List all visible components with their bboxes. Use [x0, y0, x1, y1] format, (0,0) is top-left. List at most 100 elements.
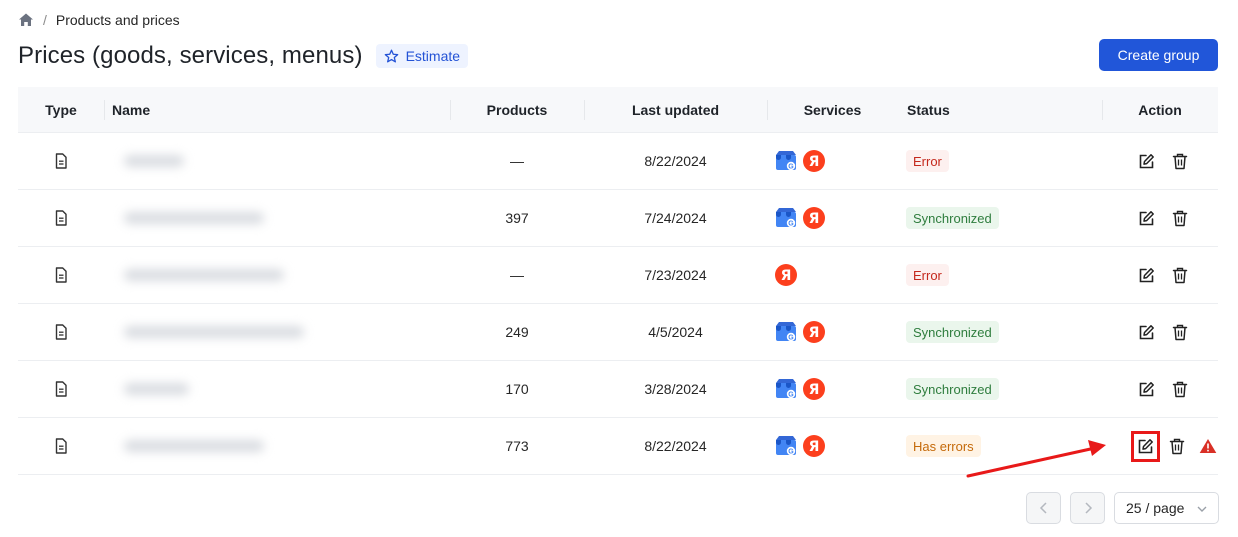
document-icon: [54, 267, 68, 283]
table-row: 249 4/5/2024 G Я Synchronized: [18, 304, 1218, 361]
trash-icon[interactable]: [1169, 379, 1190, 400]
table-header: Type Name Products Last updated Services…: [18, 87, 1218, 133]
status-badge: Synchronized: [906, 378, 999, 400]
svg-text:Я: Я: [809, 439, 820, 455]
breadcrumb-separator: /: [43, 12, 47, 28]
column-header-name: Name: [104, 87, 450, 132]
name-cell[interactable]: [104, 418, 450, 474]
page-size-select[interactable]: 25 / page: [1114, 492, 1219, 524]
trash-icon[interactable]: [1167, 436, 1186, 457]
svg-text:Я: Я: [809, 154, 820, 170]
last-updated-cell: 8/22/2024: [644, 438, 707, 454]
status-badge: Error: [906, 264, 949, 286]
status-badge: Error: [906, 150, 949, 172]
svg-text:Я: Я: [809, 211, 820, 227]
table-body: —8/22/2024 G Я Error 397 7/24/2024 G Я Synchroni…: [18, 133, 1218, 475]
annotation-arrow: [966, 440, 1106, 478]
action-cell: [1102, 190, 1218, 246]
trash-icon[interactable]: [1169, 151, 1190, 172]
status-cell: Synchronized: [898, 190, 1102, 246]
svg-text:G: G: [788, 335, 794, 342]
last-updated-cell: 7/23/2024: [644, 267, 707, 283]
google-business-icon: G: [775, 321, 797, 343]
status-cell: Synchronized: [898, 361, 1102, 417]
type-cell: [18, 190, 104, 246]
home-icon[interactable]: [18, 12, 34, 28]
estimate-button[interactable]: Estimate: [375, 44, 469, 68]
table-row: — 7/23/2024 Я Error: [18, 247, 1218, 304]
next-page-button[interactable]: [1070, 492, 1105, 524]
blurred-name: [112, 304, 362, 360]
edit-icon[interactable]: [1136, 379, 1157, 400]
type-cell: [18, 304, 104, 360]
name-cell[interactable]: [104, 190, 450, 246]
edit-icon[interactable]: [1130, 430, 1161, 462]
last-updated-cell: 7/24/2024: [644, 210, 707, 226]
document-icon: [54, 381, 68, 397]
name-cell[interactable]: [104, 361, 450, 417]
trash-icon[interactable]: [1169, 265, 1190, 286]
action-cell: [1102, 304, 1218, 360]
blurred-name: [112, 133, 362, 189]
column-header-services: Services: [767, 87, 898, 132]
blurred-name: [112, 361, 362, 417]
blurred-name: [112, 190, 362, 246]
products-cell: 170: [505, 381, 529, 397]
google-business-icon: G: [775, 150, 797, 172]
svg-text:G: G: [788, 392, 794, 399]
trash-icon[interactable]: [1169, 322, 1190, 343]
document-icon: [54, 153, 68, 169]
status-badge: Synchronized: [906, 207, 999, 229]
name-cell[interactable]: [104, 133, 450, 189]
svg-text:Я: Я: [781, 268, 792, 284]
breadcrumb: / Products and prices: [18, 10, 180, 30]
svg-text:Я: Я: [809, 382, 820, 398]
type-cell: [18, 247, 104, 303]
column-header-status: Status: [907, 101, 950, 118]
yandex-icon: Я: [803, 435, 825, 457]
edit-icon[interactable]: [1136, 208, 1157, 229]
status-cell: Synchronized: [898, 304, 1102, 360]
column-header-action: Action: [1102, 87, 1218, 132]
pagination: 25 / page: [1026, 492, 1219, 524]
yandex-icon: Я: [803, 321, 825, 343]
products-cell: 397: [505, 210, 529, 226]
page-title: Prices (goods, services, menus): [18, 42, 363, 69]
google-business-icon: G: [775, 435, 797, 457]
yandex-icon: Я: [775, 264, 797, 286]
blurred-name: [112, 247, 362, 303]
yandex-icon: Я: [803, 207, 825, 229]
estimate-label: Estimate: [405, 48, 461, 64]
edit-icon[interactable]: [1136, 151, 1157, 172]
prev-page-button[interactable]: [1026, 492, 1061, 524]
document-icon: [54, 324, 68, 340]
edit-icon[interactable]: [1136, 265, 1157, 286]
trash-icon[interactable]: [1169, 208, 1190, 229]
products-cell: 249: [505, 324, 529, 340]
type-cell: [18, 361, 104, 417]
svg-text:G: G: [788, 221, 794, 228]
products-cell: —: [510, 153, 524, 169]
create-group-button[interactable]: Create group: [1099, 39, 1218, 71]
last-updated-cell: 8/22/2024: [644, 153, 707, 169]
warning-icon[interactable]: [1199, 436, 1218, 457]
services-cell: GЯ: [767, 133, 898, 189]
chevron-left-icon: [1039, 502, 1047, 514]
column-header-last-updated: Last updated: [584, 87, 767, 132]
svg-text:G: G: [788, 164, 794, 171]
column-header-type: Type: [45, 101, 77, 118]
products-cell: —: [510, 267, 524, 283]
status-badge: Synchronized: [906, 321, 999, 343]
edit-icon[interactable]: [1136, 322, 1157, 343]
name-cell[interactable]: [104, 247, 450, 303]
name-cell[interactable]: [104, 304, 450, 360]
title-row: Prices (goods, services, menus) Estimate: [18, 40, 469, 72]
page-size-value: 25 / page: [1126, 500, 1185, 516]
action-cell: [1102, 361, 1218, 417]
services-cell: GЯ: [767, 361, 898, 417]
status-cell: Error: [898, 133, 1102, 189]
status-cell: Error: [898, 247, 1102, 303]
star-icon: [384, 49, 398, 62]
chevron-down-icon: [1197, 506, 1207, 512]
google-business-icon: G: [775, 207, 797, 229]
